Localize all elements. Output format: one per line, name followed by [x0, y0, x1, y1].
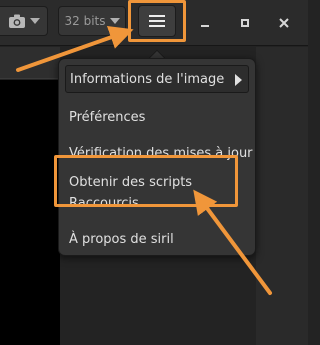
- annotation-arrows: [16, 25, 272, 295]
- arrow-to-get-scripts: [193, 189, 272, 295]
- arrow-to-menu-button: [16, 25, 134, 72]
